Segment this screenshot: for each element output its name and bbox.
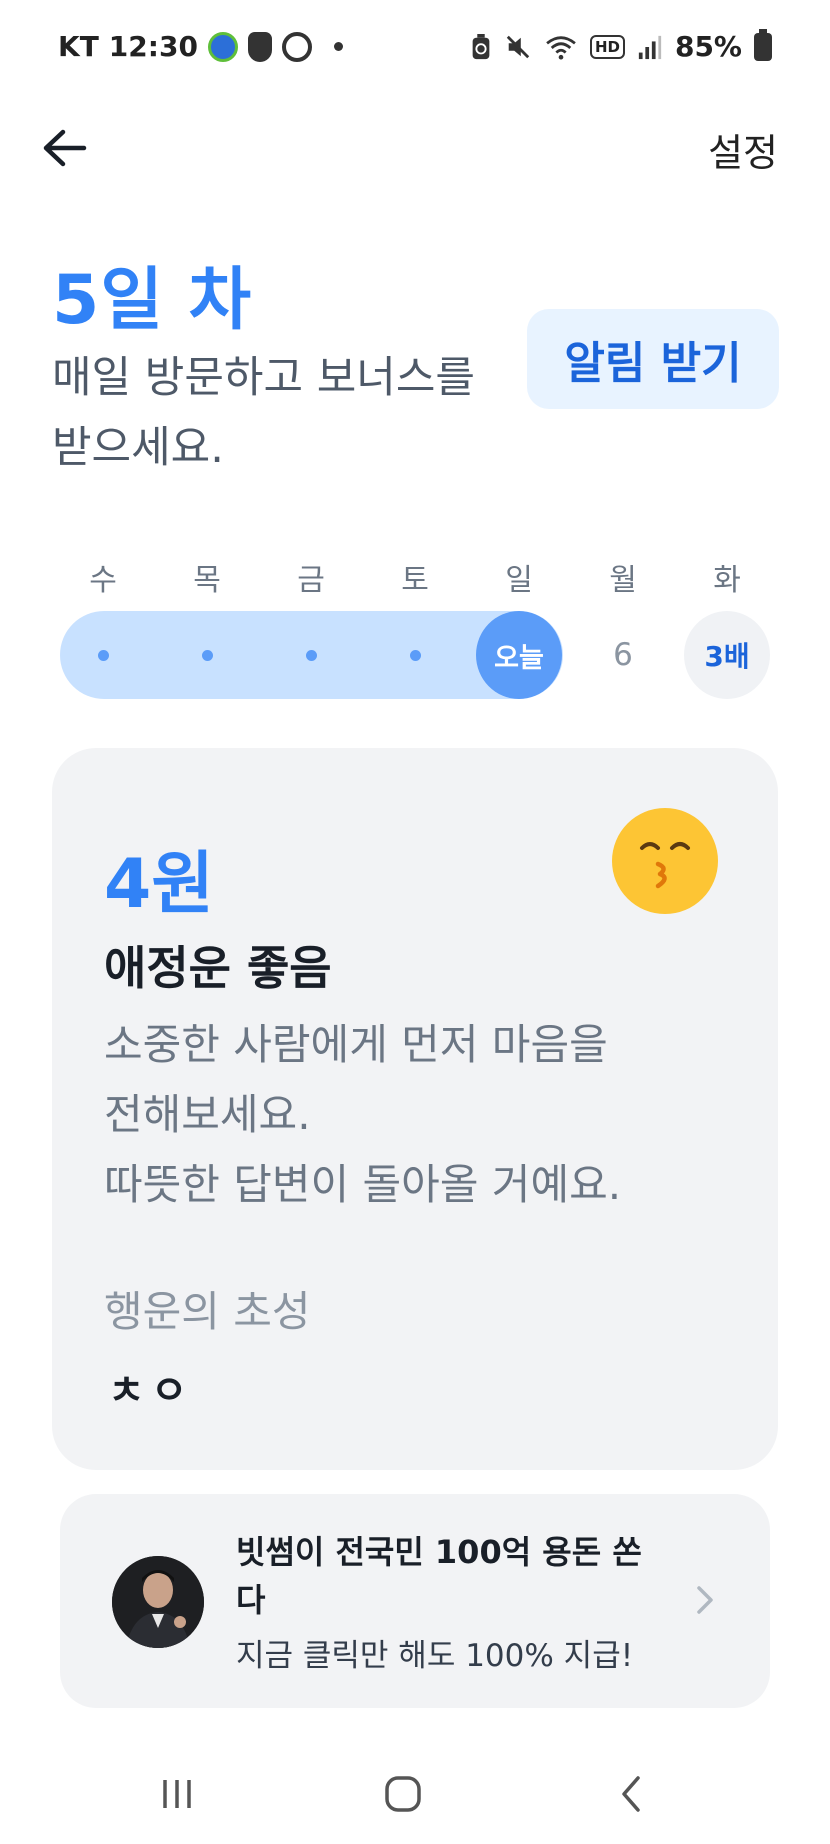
recent-apps-button[interactable] bbox=[142, 1766, 212, 1822]
ad-subtitle: 지금 클릭만 해도 100% 지급! bbox=[236, 1638, 634, 1674]
mute-icon bbox=[506, 35, 530, 58]
day-completed bbox=[372, 611, 458, 699]
ad-title: 빗썸이 전국민 100억 용돈 쏜다 bbox=[236, 1533, 642, 1619]
kissing-face-icon bbox=[612, 808, 718, 914]
weekday-label: 일 bbox=[505, 563, 533, 598]
completed-dot-icon bbox=[201, 649, 213, 661]
system-back-button[interactable] bbox=[596, 1766, 666, 1822]
battery-percent: 85% bbox=[674, 30, 742, 63]
fortune-title: 애정운 좋음 bbox=[104, 941, 332, 995]
day-upcoming: 6 bbox=[580, 611, 666, 699]
weekday-label: 토 bbox=[401, 563, 429, 598]
completed-dot-icon bbox=[97, 649, 109, 661]
lucky-initials: ㅊㅇ bbox=[108, 1368, 194, 1414]
weekday-label: 수 bbox=[89, 563, 117, 598]
day-completed bbox=[164, 611, 250, 699]
fortune-line: 따뜻한 답변이 돌아올 거예요. bbox=[104, 1160, 622, 1209]
weekday-label: 목 bbox=[193, 563, 221, 598]
carrier-label: KT bbox=[58, 30, 99, 63]
fortune-line: 소중한 사람에게 먼저 마음을 bbox=[104, 1020, 608, 1069]
rabbit-app-icon bbox=[247, 31, 272, 62]
status-bar: KT 12:30 HD 85% bbox=[0, 0, 830, 96]
hd-voice-icon: HD bbox=[589, 34, 625, 59]
status-left: KT 12:30 bbox=[58, 30, 343, 63]
reward-amount: 4원 bbox=[104, 845, 214, 924]
day-completed bbox=[268, 611, 354, 699]
home-button[interactable] bbox=[368, 1766, 438, 1822]
upcoming-day-number: 6 bbox=[613, 637, 633, 673]
weekday-labels: 수 목 금 토 일 월 화 bbox=[60, 555, 770, 598]
more-notifications-icon bbox=[333, 42, 343, 51]
chevron-left-icon bbox=[622, 1776, 640, 1812]
weekday-label: 화 bbox=[713, 563, 741, 598]
fortune-line: 전해보세요. bbox=[104, 1090, 311, 1139]
battery-icon bbox=[754, 28, 772, 61]
day-description: 매일 방문하고 보너스를 받으세요. bbox=[52, 353, 475, 473]
weekday-label: 금 bbox=[297, 563, 325, 598]
attendance-page: KT 12:30 HD 85% 설정 5일 차 매일 방문하고 보너스를 받으세… bbox=[0, 0, 830, 1844]
clock: 12:30 bbox=[108, 30, 198, 63]
chevron-right-icon bbox=[697, 1586, 713, 1614]
day-count-title: 5일 차 bbox=[52, 261, 253, 340]
person-avatar-icon bbox=[112, 1556, 204, 1648]
wifi-icon bbox=[546, 35, 576, 60]
kissing-face-icon-graphic bbox=[640, 842, 690, 889]
signal-icon bbox=[638, 35, 662, 59]
settings-button[interactable]: 설정 bbox=[708, 122, 778, 177]
system-nav-bar bbox=[0, 1744, 830, 1844]
arrow-left-icon bbox=[43, 129, 87, 167]
bonus-badge: 3배 bbox=[684, 611, 770, 699]
lucky-initials-label: 행운의 초성 bbox=[104, 1287, 311, 1336]
m-app-icon bbox=[281, 31, 312, 62]
battery-saver-icon bbox=[472, 33, 490, 59]
ad-avatar bbox=[112, 1556, 204, 1648]
home-icon bbox=[385, 1776, 421, 1812]
app-bar: 설정 bbox=[0, 96, 830, 216]
completed-dot-icon bbox=[305, 649, 317, 661]
fortune-message: 소중한 사람에게 먼저 마음을 전해보세요. 따뜻한 답변이 돌아올 거예요. bbox=[104, 1010, 744, 1220]
ad-banner[interactable]: 빗썸이 전국민 100억 용돈 쏜다 지금 클릭만 해도 100% 지급! bbox=[60, 1494, 770, 1708]
weekday-label: 월 bbox=[609, 563, 637, 598]
app-notification-icon bbox=[207, 31, 238, 62]
notify-button[interactable]: 알림 받기 bbox=[527, 309, 779, 409]
fortune-card: 4원 애정운 좋음 소중한 사람에게 먼저 마음을 전해보세요. 따뜻한 답변이… bbox=[52, 748, 778, 1470]
recent-apps-icon bbox=[163, 1780, 191, 1808]
back-button[interactable] bbox=[34, 118, 94, 178]
today-badge: 오늘 bbox=[476, 611, 562, 699]
status-right: HD 85% bbox=[470, 28, 772, 63]
day-completed bbox=[60, 611, 146, 699]
completed-dot-icon bbox=[409, 649, 421, 661]
